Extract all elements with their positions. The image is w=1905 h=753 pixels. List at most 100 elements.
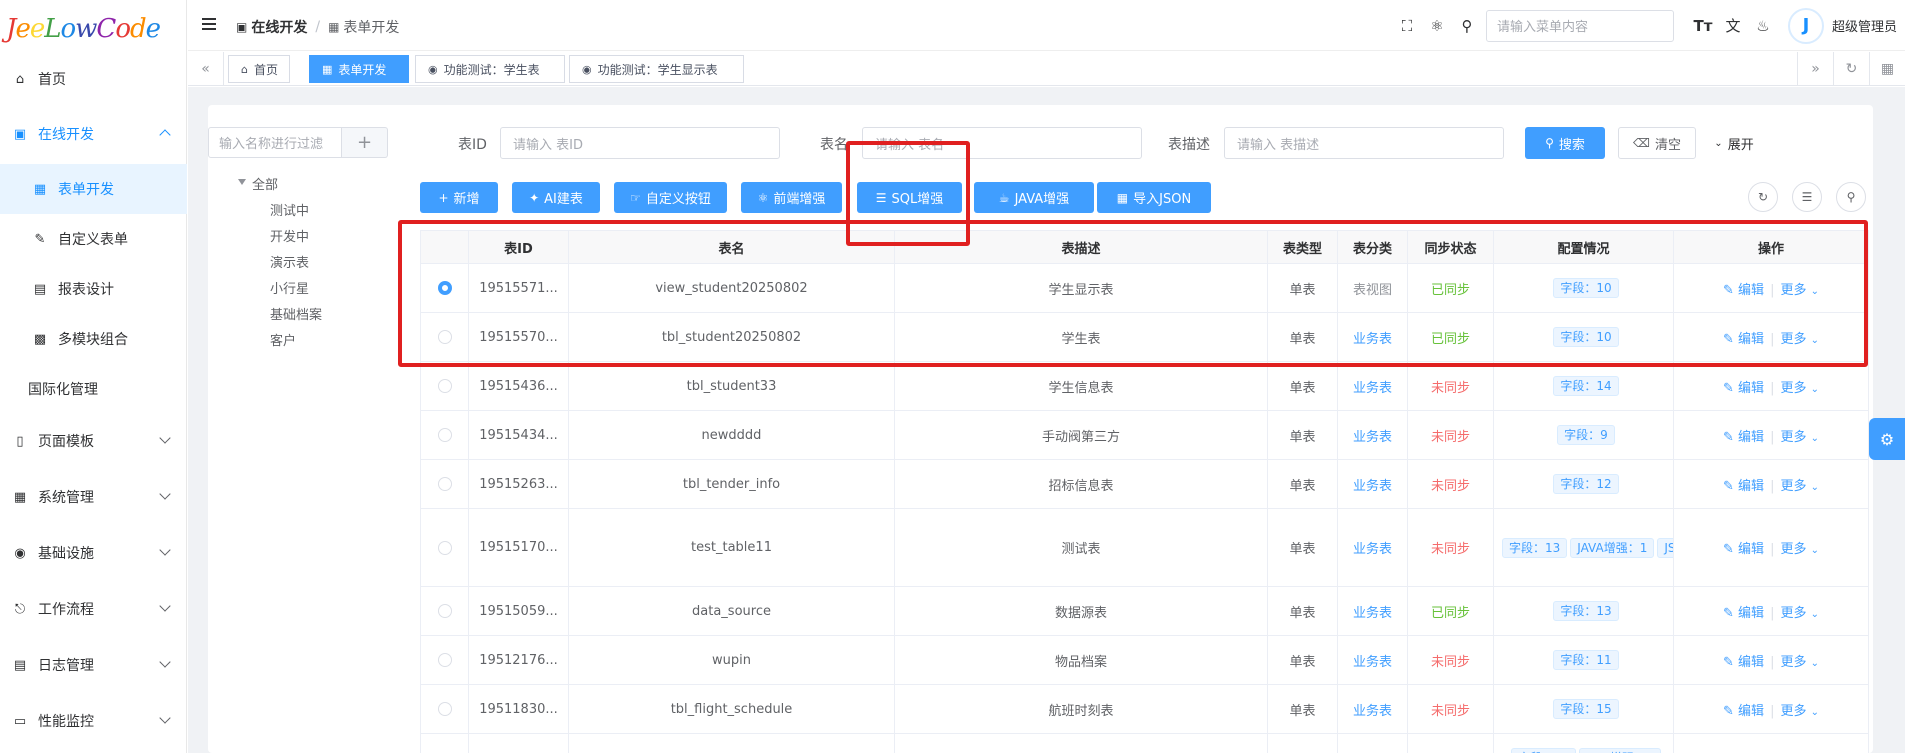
tab-student-view[interactable]: ◉ 功能测试：学生显示表 (569, 55, 744, 83)
edit-link[interactable]: 编辑 (1738, 283, 1764, 298)
tree-filter-input[interactable]: 输入名称进行过滤 (208, 127, 342, 158)
refresh-table-icon[interactable]: ↻ (1748, 182, 1778, 212)
sidebar-item-infra[interactable]: ◉ 基础设施 (0, 530, 187, 576)
edit-link[interactable]: 编辑 (1738, 542, 1764, 557)
table-row[interactable]: 19515434... newdddd 手动阀第三方 单表 业务表 未同步 字段：9 ✎ 编辑… (420, 410, 1869, 460)
table-category-cell[interactable]: 业务表 (1337, 586, 1408, 636)
expand-button[interactable]: ⌄ 展开 (1706, 127, 1762, 159)
table-row[interactable]: 19512176... wupin 物品档案 单表 业务表 未同步 字段：11 ✎ 编辑 | 更多… (420, 635, 1869, 685)
frontend-enhance-button[interactable]: ⚛ 前端增强 (741, 182, 842, 213)
tree-root[interactable]: 全部 (238, 174, 278, 193)
row-select-cell[interactable] (420, 684, 469, 734)
edit-link[interactable]: 编辑 (1738, 332, 1764, 347)
table-row[interactable]: 19511830... tbl_flight_schedule 航班时刻表 单表 业务表… (420, 684, 1869, 734)
row-select-cell[interactable] (420, 635, 469, 685)
more-link[interactable]: 更多 (1780, 479, 1806, 494)
edit-link[interactable]: 编辑 (1738, 430, 1764, 445)
search-button[interactable]: ⚲ 搜索 (1525, 127, 1605, 159)
row-radio[interactable] (437, 428, 452, 442)
table-category-cell[interactable]: 业务表 (1337, 508, 1408, 587)
table-category-cell[interactable]: 业务表 (1337, 312, 1408, 362)
sidebar-item-online-dev[interactable]: ▣ 在线开发 (0, 111, 187, 157)
row-radio[interactable] (437, 702, 452, 716)
sidebar-item-system[interactable]: ▦ 系统管理 (0, 474, 187, 520)
tree-node[interactable]: 演示表 (270, 252, 309, 271)
row-select-cell[interactable] (420, 263, 469, 313)
edit-link[interactable]: 编辑 (1738, 655, 1764, 670)
translate-icon[interactable]: 文 (1718, 15, 1748, 36)
table-category-cell[interactable]: 业务表 (1337, 361, 1408, 411)
clear-button[interactable]: ⌫ 清空 (1618, 127, 1696, 159)
row-select-cell[interactable] (420, 586, 469, 636)
broom-icon[interactable]: ⚛ (1422, 17, 1452, 35)
more-link[interactable]: 更多 (1780, 655, 1806, 670)
table-row[interactable]: 19515059... data_source 数据源表 单表 业务表 已同步 字段：13 ✎… (420, 586, 1869, 636)
tab-home[interactable]: ⌂ 首页 (228, 55, 290, 83)
table-row[interactable]: 19515570... tbl_student20250802 学生表 单表 业务表 已同… (420, 312, 1869, 362)
sidebar-item-home[interactable]: ⌂ 首页 (0, 56, 187, 102)
more-link[interactable]: 更多 (1780, 283, 1806, 298)
tree-node[interactable]: 开发中 (270, 226, 309, 245)
add-category-button[interactable]: + (342, 127, 388, 158)
refresh-icon[interactable]: ↻ (1833, 52, 1869, 86)
sidebar-item-log[interactable]: ▤ 日志管理 (0, 642, 187, 688)
edit-link[interactable]: 编辑 (1738, 704, 1764, 719)
sidebar-item-form-dev[interactable]: ▦ 表单开发 (0, 164, 187, 214)
row-select-cell[interactable] (420, 361, 469, 411)
fullscreen-icon[interactable]: ⛶ (1392, 17, 1422, 35)
row-radio[interactable] (437, 330, 452, 344)
row-radio[interactable] (437, 379, 452, 393)
sidebar-item-multi-module[interactable]: ▩ 多模块组合 (0, 314, 187, 364)
table-row[interactable]: 19515436... tbl_student33 学生信息表 单表 业务表 未同步 字段：… (420, 361, 1869, 411)
row-radio[interactable] (437, 281, 452, 295)
settings-gear-icon[interactable]: ⚙ (1869, 418, 1905, 460)
table-desc-input[interactable]: 请输入 表描述 (1224, 127, 1504, 159)
sidebar-item-workflow[interactable]: ⎋ 工作流程 (0, 586, 187, 632)
row-select-cell[interactable] (420, 312, 469, 362)
table-category-cell[interactable]: 业务表 (1337, 410, 1408, 460)
edit-link[interactable]: 编辑 (1738, 381, 1764, 396)
tree-node[interactable]: 基础档案 (270, 304, 322, 323)
sidebar-item-page-template[interactable]: ▯ 页面模板 (0, 418, 187, 464)
more-link[interactable]: 更多 (1780, 704, 1806, 719)
avatar[interactable]: J (1787, 7, 1824, 44)
row-radio[interactable] (437, 477, 452, 491)
tab-student-table[interactable]: ◉ 功能测试：学生表 (415, 55, 565, 83)
sidebar-item-report-design[interactable]: ▤ 报表设计 (0, 264, 187, 314)
row-select-cell[interactable] (420, 459, 469, 509)
more-link[interactable]: 更多 (1780, 430, 1806, 445)
tree-node[interactable]: 测试中 (270, 200, 309, 219)
breadcrumb-item[interactable]: 在线开发 (251, 17, 307, 37)
row-radio[interactable] (437, 604, 452, 618)
more-link[interactable]: 更多 (1780, 332, 1806, 347)
table-category-cell[interactable]: 业务表 (1337, 635, 1408, 685)
row-select-cell[interactable] (420, 410, 469, 460)
sidebar-item-i18n[interactable]: 国际化管理 (0, 364, 187, 414)
table-id-input[interactable]: 请输入 表ID (500, 127, 780, 159)
table-row[interactable]: 19515170... test_table11 测试表 单表 业务表 未同步 字段：13 J… (420, 508, 1869, 587)
row-select-cell[interactable] (420, 508, 469, 587)
edit-link[interactable]: 编辑 (1738, 479, 1764, 494)
search-icon[interactable]: ⚲ (1452, 17, 1482, 35)
table-row[interactable]: 字段：11SQL增强：1 (420, 733, 1869, 753)
grid-menu-icon[interactable]: ▦ (1869, 52, 1905, 86)
tab-form-dev[interactable]: ▦ 表单开发 (309, 55, 409, 83)
user-name[interactable]: 超级管理员 (1832, 16, 1897, 35)
row-radio[interactable] (437, 653, 452, 667)
menu-search-input[interactable]: 请输入菜单内容 (1485, 9, 1674, 42)
java-enhance-button[interactable]: ☕ JAVA增强 (974, 182, 1094, 213)
edit-link[interactable]: 编辑 (1738, 606, 1764, 621)
custom-button-button[interactable]: ☞ 自定义按钮 (614, 182, 727, 213)
sidebar-item-custom-form[interactable]: ✎ 自定义表单 (0, 214, 187, 264)
sidebar-item-monitor[interactable]: ▭ 性能监控 (0, 698, 187, 744)
sql-enhance-button[interactable]: ☰ SQL增强 (857, 182, 962, 213)
tree-node[interactable]: 小行星 (270, 278, 309, 297)
column-settings-icon[interactable]: ☰ (1792, 182, 1822, 212)
more-link[interactable]: 更多 (1780, 606, 1806, 621)
tabs-scroll-left-icon[interactable]: « (188, 52, 224, 86)
add-button[interactable]: + 新增 (420, 182, 498, 213)
toggle-search-icon[interactable]: ⚲ (1836, 182, 1866, 212)
row-radio[interactable] (437, 540, 452, 555)
hamburger-icon[interactable] (202, 18, 216, 30)
table-category-cell[interactable]: 业务表 (1337, 459, 1408, 509)
